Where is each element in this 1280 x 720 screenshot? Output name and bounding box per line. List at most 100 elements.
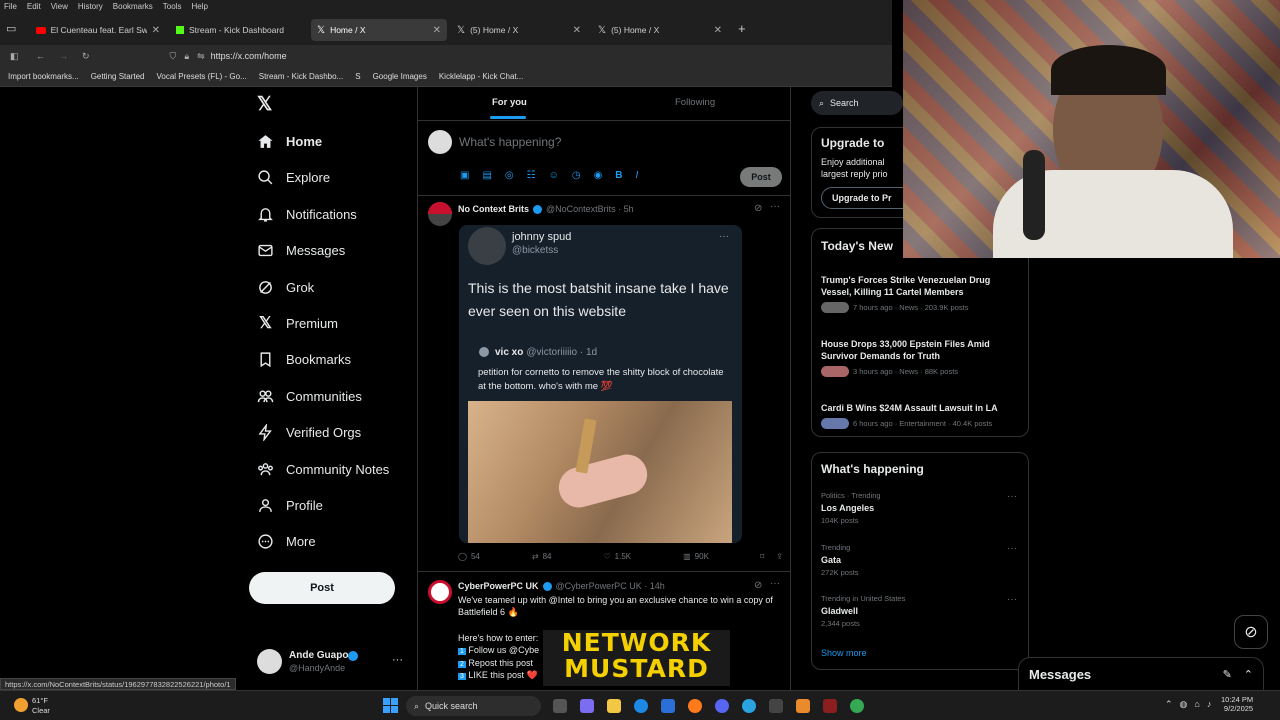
bold-icon[interactable]: B (615, 170, 622, 181)
lock-icon[interactable]: 🔒︎ (184, 51, 189, 62)
tweet-more-icon[interactable]: ··· (770, 578, 780, 589)
trend-item[interactable]: Trending in United States Gladwell 2,344… (821, 594, 905, 628)
nav-community-notes[interactable]: Community Notes (257, 454, 389, 484)
close-tab-icon[interactable]: ✕ (152, 25, 160, 36)
search-input[interactable]: ⌕ Search (811, 91, 903, 115)
tweet-avatar[interactable] (428, 202, 452, 226)
bookmark-s[interactable]: S (355, 72, 360, 81)
news-item[interactable]: Cardi B Wins $24M Assault Lawsuit in LA … (821, 402, 1026, 429)
views-icon[interactable]: ▥ (683, 552, 691, 561)
post-button[interactable]: Post (249, 572, 395, 604)
trend-item[interactable]: Politics · Trending Los Angeles 104K pos… (821, 491, 881, 525)
app-icon-2[interactable] (823, 699, 837, 713)
nav-verified-orgs[interactable]: Verified Orgs (257, 417, 361, 447)
edge-icon[interactable] (634, 699, 648, 713)
reply-icon[interactable]: ◯ (458, 552, 467, 561)
bookmark-kick-dashboard[interactable]: Stream - Kick Dashbo... (259, 72, 343, 81)
nav-notifications[interactable]: Notifications (257, 199, 357, 229)
menu-bookmarks[interactable]: Bookmarks (113, 2, 153, 11)
clock[interactable]: 10:24 PM 9/2/2025 (1221, 695, 1253, 713)
tray-app-icon[interactable]: ◍ (1180, 699, 1188, 710)
nav-more[interactable]: More (257, 526, 316, 556)
nav-profile[interactable]: Profile (257, 490, 323, 520)
menu-edit[interactable]: Edit (27, 2, 41, 11)
trend-item[interactable]: Trending Gata 272K posts (821, 543, 859, 577)
file-explorer-icon[interactable] (607, 699, 621, 713)
tray-chevron-icon[interactable]: ⌃ (1165, 699, 1173, 710)
bookmark-icon[interactable]: ⌑ (760, 552, 764, 561)
grok-icon[interactable]: ◎ (505, 170, 514, 181)
composer-post-button[interactable]: Post (740, 167, 782, 187)
menu-file[interactable]: File (4, 2, 17, 11)
task-view-icon[interactable] (553, 699, 567, 713)
bookmark-vocal-presets[interactable]: Vocal Presets (FL) - Go... (157, 72, 247, 81)
trend-more-icon[interactable]: ··· (1007, 491, 1017, 502)
firefox-icon[interactable] (688, 699, 702, 713)
news-item[interactable]: House Drops 33,000 Epstein Files Amid Su… (821, 338, 1016, 377)
italic-icon[interactable]: I (636, 170, 639, 181)
emoji-icon[interactable]: ☺ (549, 170, 559, 181)
permissions-icon[interactable]: ⇋ (197, 51, 205, 62)
grok-fab-icon[interactable]: ⊘ (1234, 615, 1268, 649)
grok-icon[interactable]: ⊘ (754, 203, 762, 214)
store-icon[interactable] (661, 699, 675, 713)
avatar[interactable] (257, 649, 282, 674)
taskbar-search[interactable]: ⌕ Quick search (406, 696, 541, 716)
tab-for-you[interactable]: For you (492, 97, 527, 108)
composer-input[interactable]: What's happening? (459, 135, 561, 149)
close-tab-icon[interactable]: ✕ (573, 25, 581, 36)
trend-more-icon[interactable]: ··· (1007, 594, 1017, 605)
volume-icon[interactable]: ♪ (1207, 699, 1212, 710)
telegram-icon[interactable] (742, 699, 756, 713)
show-more-link[interactable]: Show more (821, 648, 867, 658)
shield-icon[interactable]: ⛉ (170, 51, 177, 62)
poll-icon[interactable]: ☷ (527, 170, 536, 181)
menu-view[interactable]: View (51, 2, 68, 11)
tweet-image[interactable]: johnny spud @bicketss ··· This is the mo… (459, 225, 742, 543)
image-icon[interactable]: ▣ (460, 170, 469, 181)
reload-button[interactable]: ↻ (82, 51, 90, 62)
bookmark-google-images[interactable]: Google Images (373, 72, 427, 81)
tab-home-x-3[interactable]: 𝕏 (5) Home / X ✕ (592, 19, 728, 41)
retweet-icon[interactable]: ⇄ (532, 552, 539, 561)
nav-communities[interactable]: Communities (257, 381, 362, 411)
close-tab-icon[interactable]: ✕ (433, 25, 441, 36)
account-menu-icon[interactable]: ··· (392, 654, 403, 666)
tab-music[interactable]: El Cuenteau feat. Earl Sweatshir ✕ (30, 19, 166, 41)
menu-help[interactable]: Help (191, 2, 207, 11)
weather-icon[interactable] (14, 698, 28, 712)
copilot-icon[interactable] (580, 699, 594, 713)
tab-kick[interactable]: Stream - Kick Dashboard (170, 19, 306, 41)
bookmark-getting-started[interactable]: Getting Started (91, 72, 145, 81)
grok-icon[interactable]: ⊘ (754, 580, 762, 591)
network-icon[interactable]: ⌂ (1194, 699, 1199, 710)
compose-message-icon[interactable]: ✎ (1223, 668, 1232, 681)
app-icon[interactable] (769, 699, 783, 713)
nav-home[interactable]: Home (257, 126, 322, 156)
tweet-author[interactable]: CyberPowerPC UK (458, 581, 539, 591)
schedule-icon[interactable]: ◷ (572, 170, 581, 181)
fl-studio-icon[interactable] (796, 699, 810, 713)
windows-start-icon[interactable] (383, 698, 398, 713)
location-icon[interactable]: ◉ (594, 170, 603, 181)
messages-dock[interactable]: Messages ✎ ⌃ (1018, 657, 1264, 690)
close-tab-icon[interactable]: ✕ (714, 25, 722, 36)
tab-list-icon[interactable]: ▭ (6, 22, 16, 35)
new-tab-button[interactable]: + (738, 21, 746, 36)
x-logo-icon[interactable]: 𝕏 (257, 93, 272, 116)
news-item[interactable]: Trump's Forces Strike Venezuelan Drug Ve… (821, 274, 1016, 313)
bookmark-kick-chat[interactable]: Kicklelapp - Kick Chat... (439, 72, 523, 81)
forward-button[interactable]: → (59, 51, 68, 61)
nav-messages[interactable]: Messages (257, 235, 345, 265)
back-button[interactable]: ← (36, 51, 45, 61)
tweet-author[interactable]: No Context Brits (458, 204, 529, 214)
chrome-icon[interactable] (850, 699, 864, 713)
discord-icon[interactable] (715, 699, 729, 713)
share-icon[interactable]: ⇪ (776, 552, 783, 561)
nav-grok[interactable]: Grok (257, 272, 314, 302)
tab-home-x[interactable]: 𝕏 Home / X ✕ (311, 19, 447, 41)
tab-following[interactable]: Following (675, 97, 715, 108)
menu-history[interactable]: History (78, 2, 103, 11)
tab-home-x-2[interactable]: 𝕏 (5) Home / X ✕ (451, 19, 587, 41)
nav-bookmarks[interactable]: Bookmarks (257, 344, 351, 374)
